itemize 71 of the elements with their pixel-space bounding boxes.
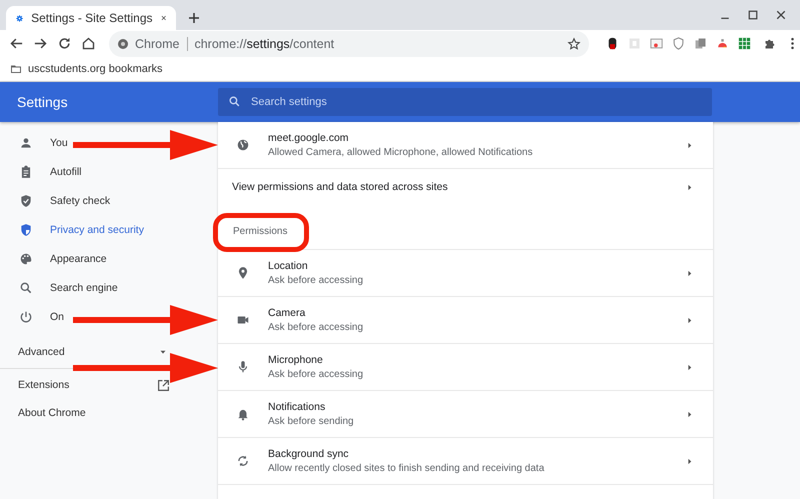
location-pin-icon <box>236 266 250 280</box>
person-icon <box>19 136 33 150</box>
url-text: chrome://settings/content <box>194 36 336 50</box>
sidebar-link[interactable]: About Chrome <box>0 403 218 423</box>
chevron-right-icon <box>686 364 693 370</box>
sidebar-item[interactable]: You <box>0 128 68 157</box>
settings-row[interactable]: View permissions and data stored across sites <box>218 169 713 205</box>
forward-arrow-icon[interactable] <box>33 36 48 51</box>
row-subtitle: Allowed Camera, allowed Microphone, allowed Notifications <box>268 147 534 158</box>
chevron-right-icon <box>686 458 693 464</box>
site-label: Chrome <box>135 36 188 50</box>
chevron-right-icon <box>686 142 693 148</box>
row-subtitle: Ask before accessing <box>268 275 364 286</box>
row-subtitle: Ask before accessing <box>268 369 364 380</box>
new-tab-icon[interactable] <box>188 12 200 24</box>
palette-icon <box>19 252 33 266</box>
sidebar-item[interactable]: Autofill <box>0 157 82 186</box>
row-title: Background sync <box>268 448 350 460</box>
shield-icon <box>19 222 33 236</box>
bookmark-item[interactable]: uscstudents.org bookmarks <box>10 63 163 75</box>
sidebar-item[interactable]: Privacy and security <box>0 215 144 244</box>
address-bar[interactable]: Chrome chrome://settings/content <box>109 30 589 56</box>
sidebar-item[interactable]: On <box>0 302 64 331</box>
row-subtitle: Ask before accessing <box>268 322 364 333</box>
row-title: Camera <box>268 307 306 319</box>
search-icon <box>19 280 33 294</box>
sidebar-item[interactable]: Appearance <box>0 244 107 273</box>
settings-row[interactable]: Notifications Ask before sending <box>218 391 713 438</box>
tab-title: Settings - Site Settings <box>31 11 153 25</box>
row-title: Microphone <box>268 354 324 366</box>
folder-icon <box>10 63 22 75</box>
section-heading: Permissions <box>218 205 713 250</box>
sidebar-item[interactable]: Safety check <box>0 186 110 215</box>
home-icon[interactable] <box>80 36 96 51</box>
settings-row[interactable]: Location Ask before accessing <box>218 250 713 297</box>
chevron-right-icon <box>686 316 693 324</box>
grid-icon[interactable] <box>737 36 752 51</box>
maximize-icon[interactable] <box>748 10 758 20</box>
settings-row[interactable]: meet.google.com Allowed Camera, allowed Microphone, allowed Notifications <box>218 122 713 169</box>
shield-icon <box>19 194 33 208</box>
row-title: Location <box>268 260 309 272</box>
settings-row[interactable]: Background sync Allow recently closed sites to finish sending and receiving data <box>218 438 713 485</box>
row-title: meet.google.com <box>268 132 350 144</box>
star-icon[interactable] <box>567 36 581 50</box>
microphone-icon <box>236 360 250 374</box>
chrome-logo-icon <box>117 38 129 50</box>
browser-tab[interactable]: Settings - Site Settings <box>6 6 176 30</box>
advanced-toggle[interactable]: Advanced <box>0 342 168 362</box>
reload-icon[interactable] <box>56 36 72 51</box>
row-title: View permissions and data stored across sites <box>232 181 449 193</box>
settings-row[interactable]: Camera Ask before accessing <box>218 297 713 344</box>
chevron-right-icon <box>686 270 693 276</box>
sidebar-item[interactable]: Search engine <box>0 273 118 302</box>
close-icon[interactable] <box>160 13 166 23</box>
shield-icon[interactable] <box>671 36 686 51</box>
sync-icon <box>236 454 250 468</box>
globe-icon <box>236 138 250 152</box>
page-title: Settings <box>16 94 69 110</box>
back-arrow-icon[interactable] <box>9 36 24 51</box>
close-icon[interactable] <box>776 10 786 20</box>
clipboard-icon <box>19 164 33 178</box>
power-icon <box>19 310 33 324</box>
sidebar-link[interactable]: Extensions <box>0 375 218 395</box>
bell-icon <box>236 407 250 421</box>
search-field[interactable]: Search settings <box>218 88 712 116</box>
chevron-right-icon <box>686 410 693 418</box>
chevron-right-icon <box>686 184 693 190</box>
row-subtitle: Ask before sending <box>268 416 355 427</box>
row-subtitle: Allow recently closed sites to finish sending and receiving data <box>268 463 546 474</box>
row-title: Notifications <box>268 401 326 413</box>
settings-row[interactable]: Microphone Ask before accessing <box>218 344 713 391</box>
